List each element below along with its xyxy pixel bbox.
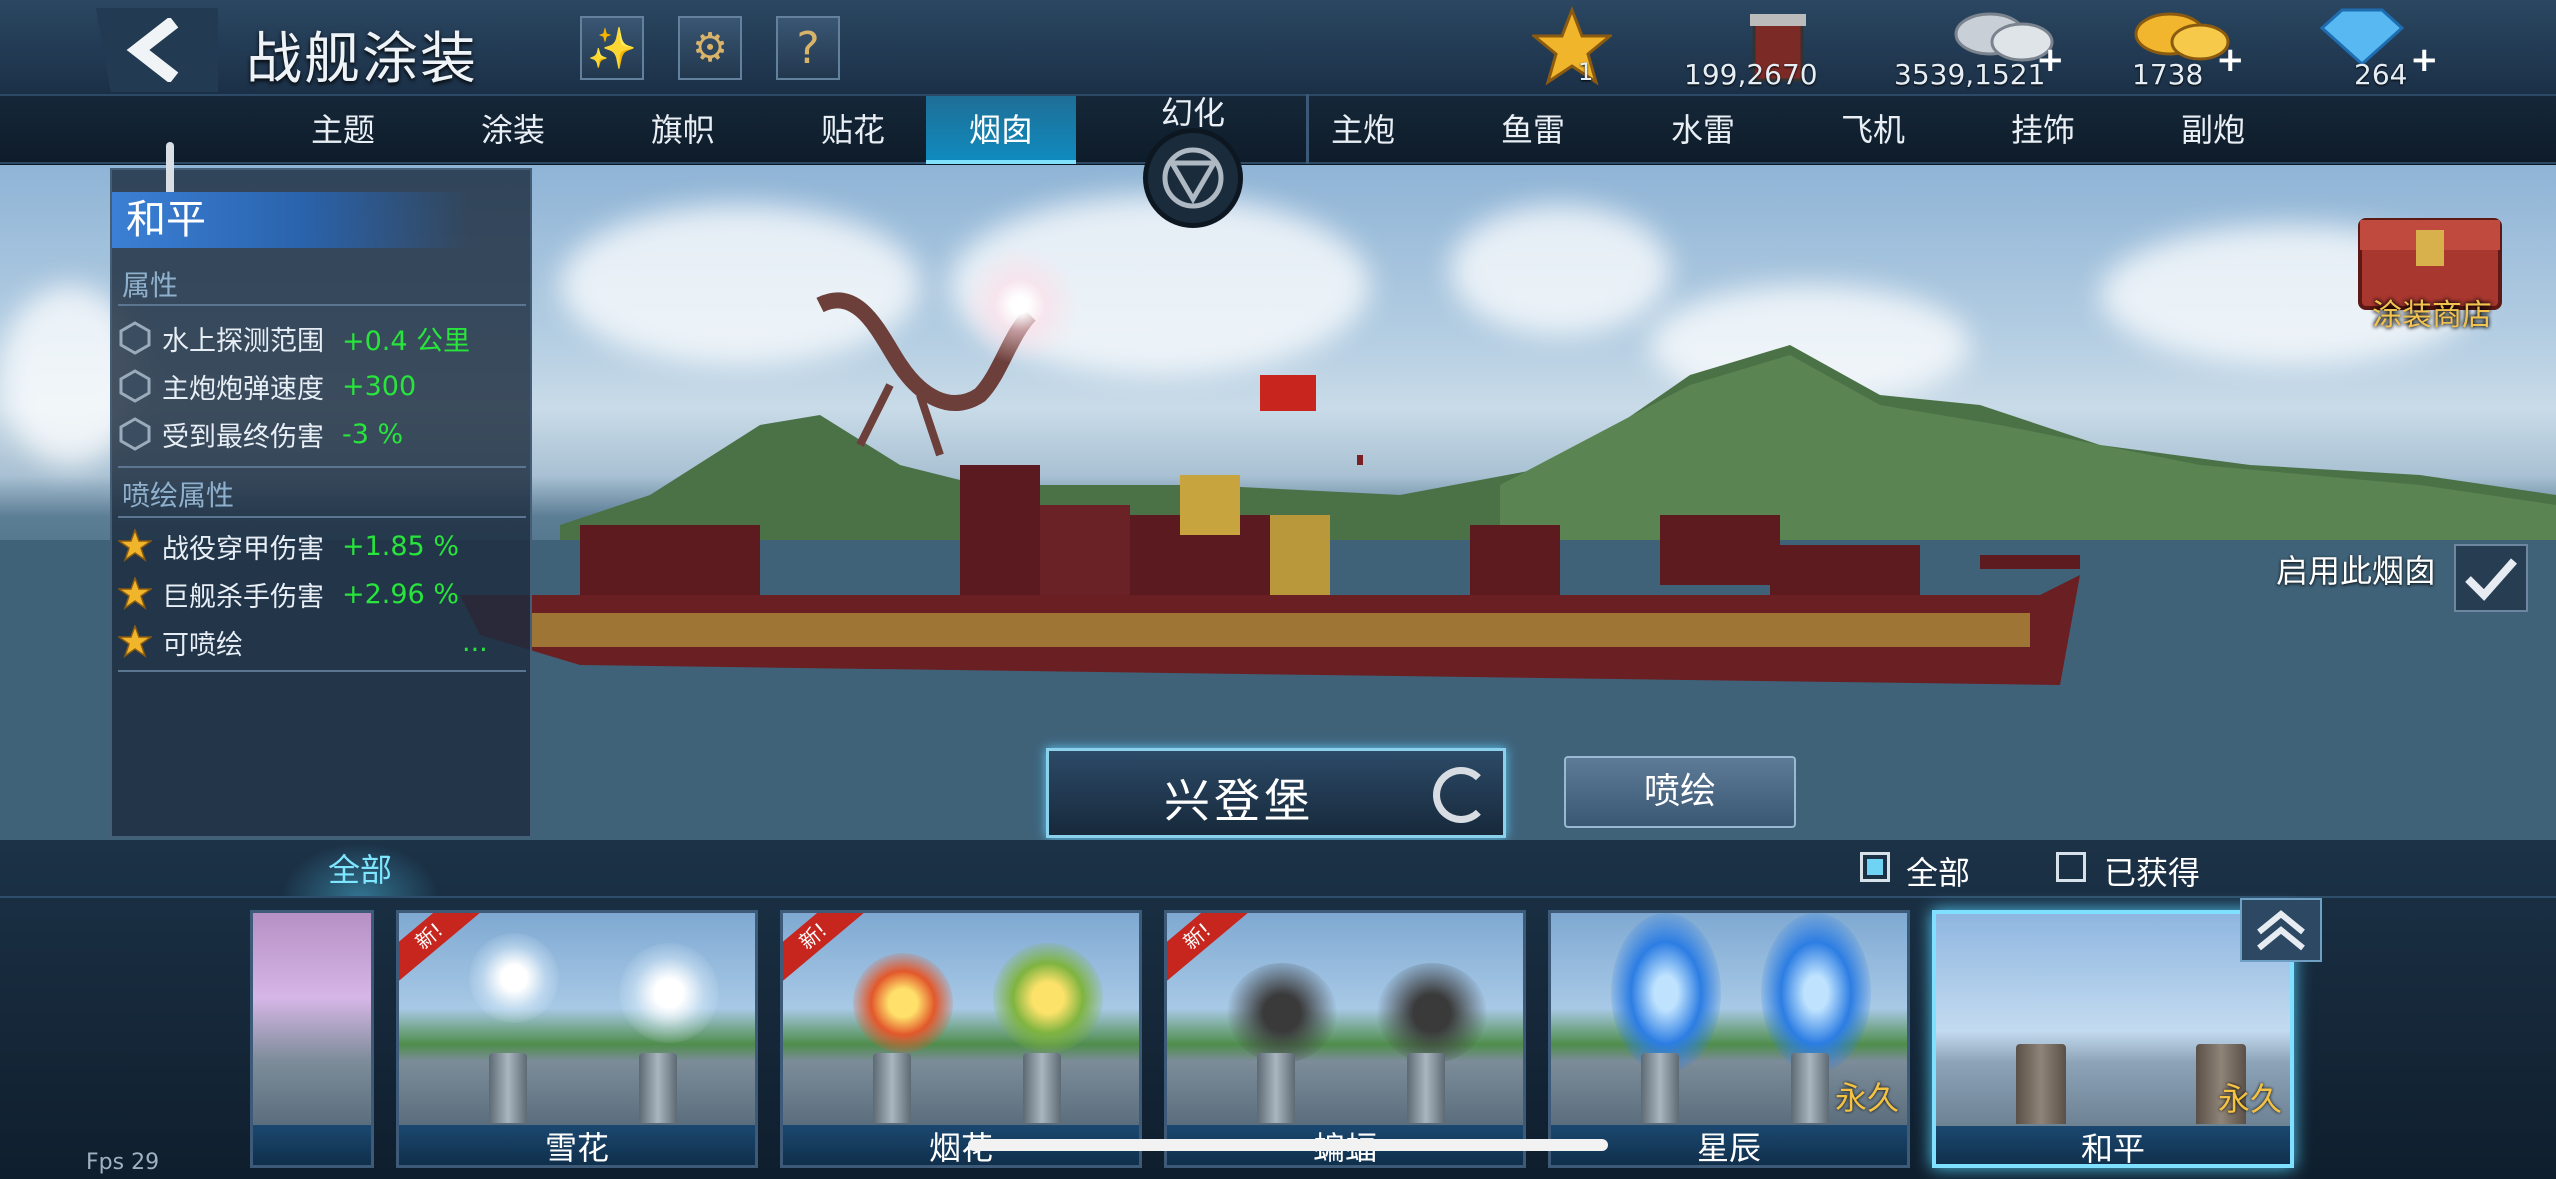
chimney-skin-card[interactable]: 永久 星辰 (1548, 910, 1910, 1168)
attributes-heading: 属性 (122, 269, 179, 302)
divider (118, 304, 526, 306)
ship-name: 兴登堡 (1164, 774, 1314, 828)
collapse-list-button[interactable] (2240, 898, 2322, 962)
divider (0, 896, 2556, 898)
page-title: 战舰涂装 (246, 27, 478, 92)
spray-attribute-row: 战役穿甲伤害 +1.85 % (118, 524, 528, 568)
filter-owned-checkbox[interactable] (2056, 852, 2086, 882)
checkmark-icon (2465, 558, 2517, 601)
star-attribute-icon (118, 529, 152, 562)
filter-all-label[interactable]: 全部 (1906, 848, 1970, 894)
stars-count: 1 (1578, 58, 1594, 86)
tab-flag[interactable]: 旗帜 (608, 96, 758, 164)
spray-attribute-row: 巨舰杀手伤害 +2.96 % (118, 572, 528, 616)
resource-stars: 1 (1520, 0, 1640, 94)
star-attribute-icon (118, 577, 152, 610)
divider (118, 466, 526, 468)
filter-all-checkbox[interactable] (1860, 852, 1890, 882)
help-button[interactable]: ? (776, 16, 840, 80)
hex-attribute-icon (119, 321, 151, 355)
permanent-tag: 永久 (2217, 1080, 2282, 1118)
tab-mine[interactable]: 水雷 (1628, 96, 1778, 164)
transform-icon (1143, 128, 1243, 228)
refresh-icon (1433, 767, 1489, 823)
attribute-panel: 和平 属性 水上探测范围 +0.4 公里 主炮炮弹速度 +300 受到最终伤害 … (110, 142, 532, 838)
tab-divider (1306, 94, 1309, 164)
permanent-tag: 永久 (1834, 1079, 1899, 1117)
star-attribute-icon (118, 625, 152, 658)
skin-name (253, 1125, 371, 1165)
attribute-row: 主炮炮弹速度 +300 (118, 364, 528, 408)
tab-aircraft[interactable]: 飞机 (1798, 96, 1948, 164)
skin-preview (253, 913, 371, 1125)
fireworks-icon: ✨ (587, 25, 637, 72)
ship-flag (1260, 375, 1316, 411)
spray-attribute-row: 可喷绘 ... (118, 620, 528, 664)
back-button[interactable] (96, 8, 218, 92)
hex-attribute-icon (119, 417, 151, 451)
attribute-row: 水上探测范围 +0.4 公里 (118, 316, 528, 360)
transform-label: 幻化 (1160, 94, 1225, 132)
skin-preview (399, 913, 755, 1125)
skin-name: 和平 (1936, 1126, 2290, 1164)
chimney-skin-card[interactable] (250, 910, 374, 1168)
resource-diamond[interactable]: 264 + (2310, 0, 2439, 94)
enable-chimney-label[interactable]: 启用此烟囱 (2276, 546, 2436, 592)
tab-chimney[interactable]: 烟囱 (926, 96, 1076, 164)
filter-tab-all[interactable]: 全部 (280, 842, 440, 898)
chimney-skin-card[interactable]: 新! 蝙蝠 (1164, 910, 1526, 1168)
gold-count: 1738 (2132, 58, 2204, 91)
paint-count: 199,2670 (1684, 58, 1818, 91)
skin-preview (1167, 913, 1523, 1125)
resource-gold[interactable]: 1738 + (2120, 0, 2245, 94)
tab-main-gun[interactable]: 主炮 (1288, 96, 1438, 164)
add-silver-icon[interactable]: + (2036, 40, 2065, 80)
transform-button[interactable]: 幻化 (1140, 88, 1246, 228)
ship-selector-button[interactable]: 兴登堡 (1046, 748, 1506, 838)
tab-theme[interactable]: 主题 (268, 96, 418, 164)
tab-ornament[interactable]: 挂饰 (1968, 96, 2118, 164)
diamond-count: 264 (2354, 58, 2408, 91)
paint-shop-label[interactable]: 涂装商店 (2372, 290, 2492, 334)
double-chevron-up-icon (2257, 910, 2305, 951)
silver-count: 3539,1521 (1894, 58, 2046, 91)
resource-silver[interactable]: 3539,1521 + (1890, 0, 2070, 94)
firework-burst (960, 245, 1080, 365)
help-icon: ? (796, 22, 820, 74)
spray-attributes-heading: 喷绘属性 (122, 479, 235, 512)
game-screen: { "header": { "title": "战舰涂装", "buttons"… (0, 0, 2556, 1179)
category-tab-bar: 主题 涂装 旗帜 贴花 烟囱 主炮 鱼雷 水雷 飞机 挂饰 副炮 (0, 94, 2556, 164)
resource-paint: 199,2670 (1680, 0, 1880, 94)
fps-counter: Fps 29 (86, 1150, 160, 1175)
tab-torpedo[interactable]: 鱼雷 (1458, 96, 1608, 164)
divider (118, 516, 526, 518)
home-indicator[interactable] (968, 1139, 1608, 1151)
skin-name-title: 和平 (112, 192, 532, 248)
tab-secondary-gun[interactable]: 副炮 (2138, 96, 2288, 164)
battleship-model[interactable] (440, 455, 2080, 715)
tab-decal[interactable]: 贴花 (778, 96, 928, 164)
add-gold-icon[interactable]: + (2216, 40, 2245, 80)
add-diamond-icon[interactable]: + (2410, 40, 2439, 80)
skin-preview (783, 913, 1139, 1125)
settings-button[interactable]: ⚙ (678, 16, 742, 80)
star-icon (1532, 6, 1612, 86)
hex-attribute-icon (119, 369, 151, 403)
fireworks-button[interactable]: ✨ (580, 16, 644, 80)
chimney-skin-card[interactable]: 新! 烟花 (780, 910, 1142, 1168)
attribute-row: 受到最终伤害 -3 % (118, 412, 528, 456)
spray-paint-button[interactable]: 喷绘 (1564, 756, 1796, 828)
filter-owned-label[interactable]: 已获得 (2104, 848, 2200, 894)
tab-paint[interactable]: 涂装 (438, 96, 588, 164)
enable-chimney-checkbox[interactable] (2454, 544, 2528, 612)
back-arrow-icon (126, 18, 179, 82)
divider (118, 670, 526, 672)
gear-icon: ⚙ (692, 25, 728, 71)
skin-name: 雪花 (399, 1125, 755, 1165)
chimney-skin-card[interactable]: 新! 雪花 (396, 910, 758, 1168)
